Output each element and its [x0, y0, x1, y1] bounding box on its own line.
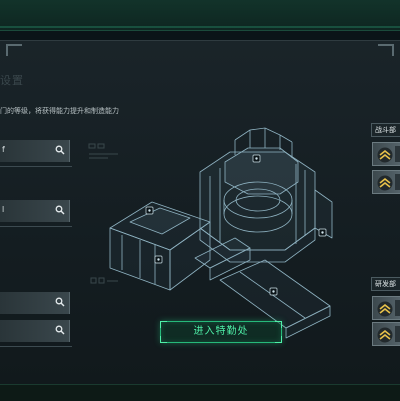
- upgrade-card[interactable]: [372, 142, 400, 166]
- facility-slot-3[interactable]: [0, 292, 70, 314]
- facility-slot-4[interactable]: [0, 320, 70, 342]
- button-corner: [160, 321, 167, 328]
- bottom-bar: [0, 384, 400, 401]
- card-edge: [395, 326, 400, 342]
- rank-chevron-icon: [377, 327, 393, 343]
- panel-corner-left: [6, 44, 22, 56]
- slot-divider: [0, 226, 72, 227]
- card-edge: [395, 174, 400, 190]
- button-corner: [160, 336, 167, 343]
- section-watermark: 设置: [0, 74, 24, 87]
- button-corner: [275, 336, 282, 343]
- upgrade-card[interactable]: [372, 170, 400, 194]
- search-icon: [55, 205, 65, 215]
- enter-special-ops-button[interactable]: 进入特勤处: [160, 321, 282, 343]
- card-edge: [395, 300, 400, 316]
- search-icon: [55, 297, 65, 307]
- facility-slot-label: f: [2, 145, 5, 154]
- search-icon: [55, 145, 65, 155]
- right-group-label: 战斗部: [371, 123, 400, 137]
- facility-slot-1[interactable]: f: [0, 140, 70, 162]
- card-edge: [395, 146, 400, 162]
- right-group-label: 研发部: [371, 277, 400, 291]
- enter-button-label: 进入特勤处: [193, 326, 249, 337]
- top-header-bar: [0, 0, 400, 31]
- rank-chevron-icon: [377, 175, 393, 191]
- facility-slot-label: l: [2, 205, 5, 214]
- upgrade-card[interactable]: [372, 322, 400, 346]
- rank-chevron-icon: [377, 301, 393, 317]
- rank-chevron-icon: [377, 147, 393, 163]
- upgrade-card[interactable]: [372, 296, 400, 320]
- facility-slot-2[interactable]: l: [0, 200, 70, 222]
- slot-divider: [0, 346, 72, 347]
- slot-divider: [0, 166, 72, 167]
- search-icon: [55, 325, 65, 335]
- base-wireframe-model[interactable]: [100, 110, 340, 340]
- header-accent-line: [0, 26, 400, 28]
- panel-corner-right: [378, 44, 394, 56]
- button-corner: [275, 321, 282, 328]
